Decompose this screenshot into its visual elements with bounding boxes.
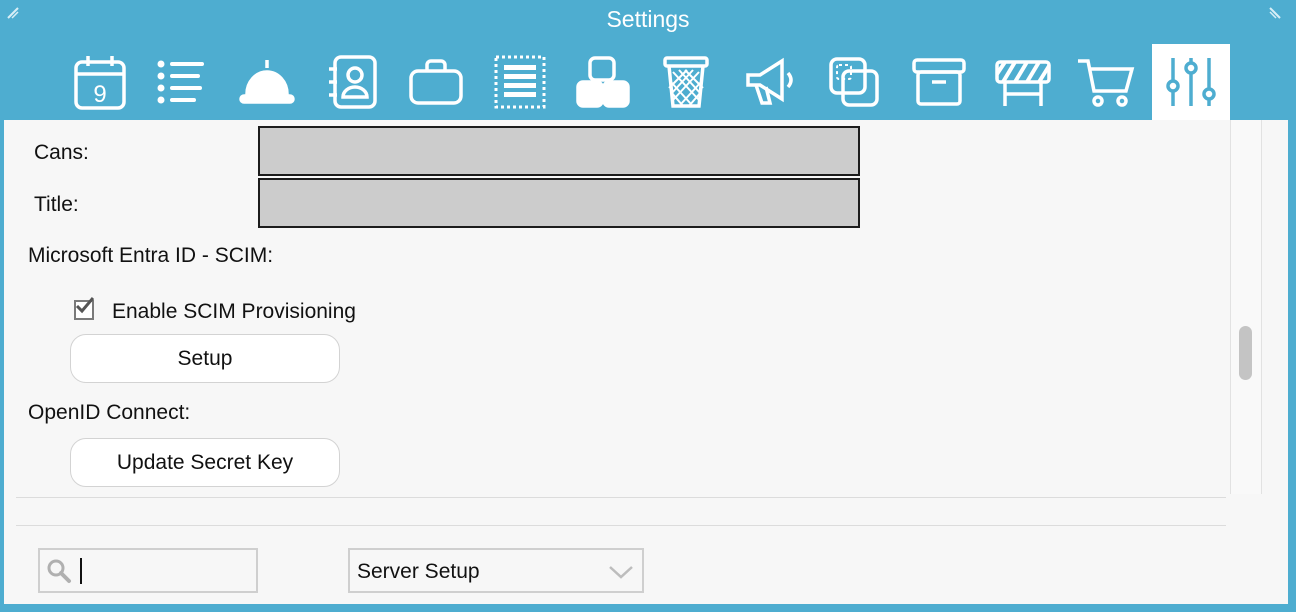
toolbar-settings-active[interactable] [1152, 44, 1230, 120]
title-field[interactable] [258, 178, 860, 228]
vertical-scrollbar-track[interactable] [1230, 120, 1262, 494]
toolbar-copy[interactable] [816, 44, 894, 120]
toolbar-archive[interactable] [900, 44, 978, 120]
toolbar-list[interactable] [143, 44, 221, 120]
title-label: Title: [34, 193, 79, 216]
toolbar-trash[interactable] [647, 44, 725, 120]
settings-toolbar: 9 [0, 42, 1296, 120]
search-icon [47, 559, 71, 583]
setup-button[interactable]: Setup [70, 334, 340, 383]
copy-icon [829, 57, 879, 107]
toolbar-bell[interactable] [228, 44, 306, 120]
cans-label: Cans: [34, 141, 89, 164]
toolbar-blocks[interactable] [564, 44, 642, 120]
blocks-icon [576, 56, 630, 108]
sliders-icon [1166, 58, 1216, 106]
section-select[interactable]: Server Setup [348, 548, 644, 593]
toolbar-document[interactable] [481, 44, 559, 120]
barricade-icon [995, 60, 1051, 106]
enable-scim-checkbox[interactable] [74, 297, 94, 320]
toolbar-barricade[interactable] [984, 44, 1062, 120]
calendar-day-label: 9 [93, 81, 106, 108]
megaphone-icon [746, 57, 793, 105]
vertical-scrollbar-thumb[interactable] [1239, 326, 1252, 380]
archive-box-icon [912, 58, 966, 106]
enable-scim-label[interactable]: Enable SCIM Provisioning [112, 300, 356, 324]
chevron-down-icon [609, 566, 633, 579]
toolbar-cart[interactable] [1067, 44, 1145, 120]
divider [16, 497, 1226, 498]
divider [16, 525, 1226, 526]
shopping-cart-icon [1078, 59, 1135, 107]
settings-window: Settings 9 Cans: Title: Microsoft Entra … [0, 0, 1296, 612]
cans-field[interactable] [258, 126, 860, 176]
list-icon [157, 60, 204, 104]
search-input[interactable] [38, 548, 258, 593]
service-bell-icon [239, 60, 295, 104]
settings-scroll-area[interactable]: Cans: Title: Microsoft Entra ID - SCIM: … [4, 120, 1259, 496]
trash-bin-icon [663, 56, 709, 108]
window-title: Settings [606, 6, 690, 32]
section-select-value: Server Setup [357, 560, 480, 583]
text-caret [80, 558, 82, 584]
update-secret-key-button[interactable]: Update Secret Key [70, 438, 340, 487]
toolbar-calendar[interactable]: 9 [61, 44, 139, 120]
settings-panel: Cans: Title: Microsoft Entra ID - SCIM: … [4, 120, 1288, 604]
calendar-icon: 9 [74, 56, 126, 110]
openid-heading: OpenID Connect: [28, 401, 191, 424]
briefcase-icon [409, 59, 463, 105]
toolbar-megaphone[interactable] [731, 44, 809, 120]
toolbar-contacts[interactable] [314, 44, 392, 120]
checkmark-icon [75, 297, 94, 314]
address-book-icon [329, 55, 377, 109]
document-lines-icon [494, 55, 546, 109]
scim-heading: Microsoft Entra ID - SCIM: [28, 244, 274, 267]
toolbar-briefcase[interactable] [397, 44, 475, 120]
